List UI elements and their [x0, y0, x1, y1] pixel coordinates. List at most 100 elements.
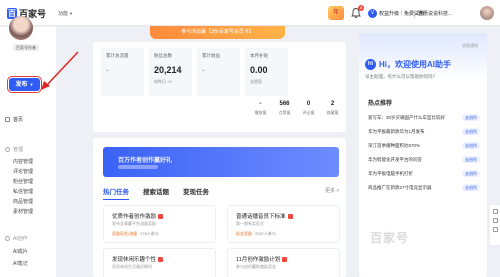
- create-button[interactable]: 去创作: [462, 156, 480, 163]
- hot-flag-icon: [287, 213, 293, 219]
- side-toolbar: [490, 205, 500, 245]
- task-count: 278人参与: [140, 231, 159, 236]
- mini-stat-value: 0: [306, 101, 311, 107]
- mini-stat-value: 566: [279, 101, 290, 107]
- stat-box[interactable]: 累计收益 -: [197, 48, 240, 96]
- avatar[interactable]: [480, 6, 494, 20]
- mini-stat-label: 收藏量: [326, 110, 339, 115]
- sidebar-item-ai-notes[interactable]: AI笔记: [13, 260, 28, 268]
- feedback-icon[interactable]: [492, 209, 498, 214]
- hot-item[interactable]: 爱写车：30岁买辆国产什么车型比较好 去创作: [368, 113, 480, 122]
- stat-value: -: [106, 65, 109, 75]
- sidebar-item-ai-video[interactable]: AI成片: [13, 248, 28, 256]
- create-button[interactable]: 去创作: [462, 184, 480, 191]
- home-icon: [5, 116, 10, 122]
- stat-box[interactable]: 累计总流量 -: [101, 48, 144, 96]
- ai-subtitle: 号主助理，有什么可以帮助你的吗？: [365, 74, 437, 79]
- chevron-down-icon: ▼: [29, 82, 34, 87]
- mini-stat: 0 评论量: [296, 101, 321, 116]
- publish-label: 发布: [15, 82, 28, 88]
- sparkle-icon: [5, 235, 10, 241]
- task-item[interactable]: 普通话播音员下标准 第一期有奖征文现金奖励 2257人参与: [227, 205, 340, 243]
- author-tag: 百家号作者: [13, 44, 39, 51]
- hot-item-title: 华为平板最新款华为1月发布: [368, 128, 425, 134]
- top-bar: 百 百家号 功能▼ 年 8 V 权益升级｜免费试用 惠惠说说科技...: [0, 0, 500, 26]
- task-title: 发现休闲乐趣个性: [112, 255, 164, 263]
- hot-item[interactable]: 华为平板电脑手机打折 去创作: [368, 169, 480, 178]
- chevron-down-icon: ▼: [69, 11, 73, 16]
- mini-stat-value: 2: [330, 101, 335, 107]
- task-desc: 发现休闲生活美好瞬间: [112, 264, 152, 269]
- tab-hot-tasks[interactable]: 热门任务: [103, 186, 129, 200]
- task-desc: 参与创作赢取激励奖金: [236, 264, 276, 269]
- help-icon[interactable]: [492, 218, 498, 223]
- top-icon[interactable]: [492, 227, 498, 232]
- hot-flag-icon: [158, 213, 164, 219]
- event-banner[interactable]: 参与活动赢【3份百家号会员卡】: [150, 26, 285, 39]
- watermark: 百家号: [370, 231, 410, 245]
- sidebar-group-ai[interactable]: AI创作: [5, 234, 28, 242]
- sidebar-item-materials[interactable]: 素材管理: [13, 208, 33, 216]
- create-button[interactable]: 去创作: [462, 114, 480, 121]
- more-link[interactable]: 更多 >: [325, 187, 339, 194]
- sidebar-item-comments[interactable]: 评论管理: [13, 168, 33, 176]
- mini-stat-value: -: [259, 101, 262, 107]
- hot-item-title: 爱写车：30岁买辆国产什么车型比较好: [368, 114, 446, 120]
- ai-title: Hi Hi，欢迎使用AI助手: [365, 59, 451, 70]
- sidebar-item-fans[interactable]: 粉丝管理: [13, 178, 33, 186]
- hot-flag-icon: [158, 256, 164, 262]
- stat-label: 粉丝总数: [154, 53, 172, 58]
- mini-stat-label: 评论量: [302, 110, 315, 115]
- task-title-text: 11月创作激励计划: [236, 257, 281, 263]
- tab-search-topics[interactable]: 搜索话题: [143, 186, 169, 196]
- sidebar-group-manage[interactable]: 管理: [5, 145, 23, 153]
- task-desc: 第一期有奖征文: [236, 221, 264, 226]
- hot-item[interactable]: 华为智能化开发平台的问答 去创作: [368, 155, 480, 164]
- stat-label: 累计总流量: [106, 53, 129, 58]
- hot-flag-icon: [282, 256, 288, 262]
- sidebar-item-content[interactable]: 内容管理: [13, 158, 33, 166]
- task-item[interactable]: 发现休闲乐趣个性 发现休闲生活美好瞬间: [103, 248, 216, 277]
- task-title-text: 普通话播音员下标准: [236, 214, 286, 220]
- create-button[interactable]: 去创作: [462, 170, 480, 177]
- version-switch[interactable]: 功能▼: [58, 10, 73, 17]
- profile-avatar[interactable]: [9, 16, 33, 40]
- task-title: 优质作者创作激励: [112, 212, 164, 220]
- task-title: 普通话播音员下标准: [236, 212, 293, 220]
- hot-item-title: 商品推广在新款27寸电竞显示器: [368, 184, 432, 190]
- promo-flag[interactable]: 年: [328, 6, 344, 20]
- create-button[interactable]: 去创作: [462, 128, 480, 135]
- sidebar-group-label: 管理: [13, 146, 24, 153]
- publish-button[interactable]: 发布 ▼: [7, 76, 42, 93]
- stat-box[interactable]: 粉丝总数 20,214 较昨日 +0: [149, 48, 192, 96]
- task-reward: 奖励现金/流量: [112, 231, 138, 236]
- task-item[interactable]: 优质作者创作激励 发布文章赢平台流量奖励 奖励现金/流量 278人参与: [103, 205, 216, 243]
- ai-corner-text[interactable]: 消息通知: [462, 43, 478, 49]
- sidebar-item-goods[interactable]: 商品管理: [13, 198, 33, 206]
- stat-box[interactable]: 本月补贴 0.00 去提现: [245, 48, 288, 96]
- hot-item[interactable]: 商品推广在新款27寸电竞显示器 去创作: [368, 183, 480, 192]
- notification-badge: 8: [358, 5, 365, 11]
- mini-stat-label: 点赞量: [278, 110, 291, 115]
- task-item[interactable]: 11月创作激励计划 参与创作赢取激励奖金: [227, 248, 340, 277]
- create-button[interactable]: 去创作: [462, 142, 480, 149]
- trial-badge[interactable]: V 权益升级｜免费试用: [368, 8, 424, 19]
- sidebar-item-messages[interactable]: 私信管理: [13, 188, 33, 196]
- ai-logo-icon: Hi: [365, 59, 376, 70]
- hot-item[interactable]: 深汀首季播种面积达570% 去创作: [368, 141, 480, 150]
- ai-title-text: Hi，欢迎使用AI助手: [379, 60, 451, 69]
- hot-item-title: 深汀首季播种面积达570%: [368, 142, 421, 148]
- user-name[interactable]: 惠惠说说科技...: [418, 10, 452, 17]
- task-banner-decoration: [118, 165, 158, 169]
- hot-item-title: 华为智能化开发平台的问答: [368, 156, 422, 162]
- tab-monetize-tasks[interactable]: 变现任务: [183, 186, 209, 196]
- sidebar-group-label: AI创作: [13, 235, 28, 242]
- task-tabs: 热门任务 搜索话题 变现任务: [103, 186, 209, 200]
- task-meta: 现金奖励 2257人参与: [236, 231, 276, 237]
- sidebar-item-home[interactable]: 首页: [5, 115, 23, 123]
- hot-item[interactable]: 华为平板最新款华为1月发布 去创作: [368, 127, 480, 136]
- mini-stat-label: 播放量: [254, 110, 267, 115]
- stat-value: 0.00: [250, 65, 268, 75]
- task-desc: 发布文章赢平台流量奖励: [112, 221, 156, 226]
- stat-sub: 较昨日 +0: [154, 79, 172, 84]
